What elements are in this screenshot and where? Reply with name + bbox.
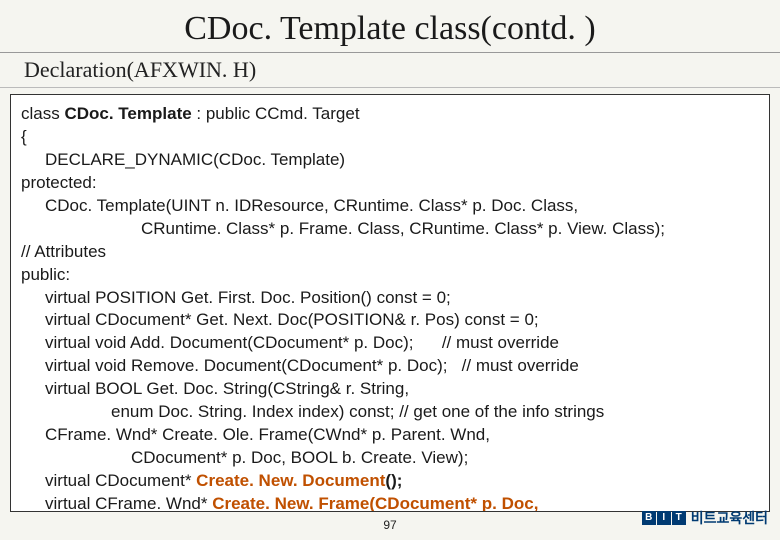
code-text: : public CCmd. Target: [192, 104, 360, 123]
code-line: virtual BOOL Get. Doc. String(CString& r…: [21, 378, 759, 401]
code-line: enum Doc. String. Index index) const; //…: [21, 401, 759, 424]
code-line: virtual CDocument* Create. New. Document…: [21, 470, 759, 493]
slide-container: CDoc. Template class(contd. ) Declaratio…: [0, 0, 780, 540]
code-declaration-box: class CDoc. Template : public CCmd. Targ…: [10, 94, 770, 512]
code-text: class: [21, 104, 64, 123]
code-line: public:: [21, 264, 759, 287]
logo-letter: I: [657, 511, 671, 525]
page-number: 97: [383, 518, 396, 532]
slide-title: CDoc. Template class(contd. ): [0, 0, 780, 53]
code-line: class CDoc. Template : public CCmd. Targ…: [21, 103, 759, 126]
code-line: virtual void Add. Document(CDocument* p.…: [21, 332, 759, 355]
slide-subtitle: Declaration(AFXWIN. H): [0, 53, 780, 88]
code-line: {: [21, 126, 759, 149]
logo-letter: T: [672, 511, 686, 525]
code-highlight: Create. New. Frame(CDocument* p. Doc,: [212, 494, 538, 512]
code-line: CFrame. Wnd* Create. Ole. Frame(CWnd* p.…: [21, 424, 759, 447]
code-text: ();: [385, 471, 402, 490]
code-class-name: CDoc. Template: [64, 104, 191, 123]
code-line: protected:: [21, 172, 759, 195]
logo-letter: B: [642, 511, 656, 525]
code-line: CRuntime. Class* p. Frame. Class, CRunti…: [21, 218, 759, 241]
code-line: CDocument* p. Doc, BOOL b. Create. View)…: [21, 447, 759, 470]
code-text: virtual CFrame. Wnd*: [45, 494, 212, 512]
code-line: DECLARE_DYNAMIC(CDoc. Template): [21, 149, 759, 172]
logo-icon: B I T: [642, 511, 687, 525]
code-line: // Attributes: [21, 241, 759, 264]
footer-text: 비트교육센터: [691, 508, 768, 528]
code-line: virtual void Remove. Document(CDocument*…: [21, 355, 759, 378]
code-text: virtual CDocument*: [45, 471, 196, 490]
code-highlight: Create. New. Document: [196, 471, 385, 490]
code-line: virtual POSITION Get. First. Doc. Positi…: [21, 287, 759, 310]
code-line: CDoc. Template(UINT n. IDResource, CRunt…: [21, 195, 759, 218]
footer-logo: B I T 비트교육센터: [642, 508, 768, 528]
code-line: virtual CDocument* Get. Next. Doc(POSITI…: [21, 309, 759, 332]
